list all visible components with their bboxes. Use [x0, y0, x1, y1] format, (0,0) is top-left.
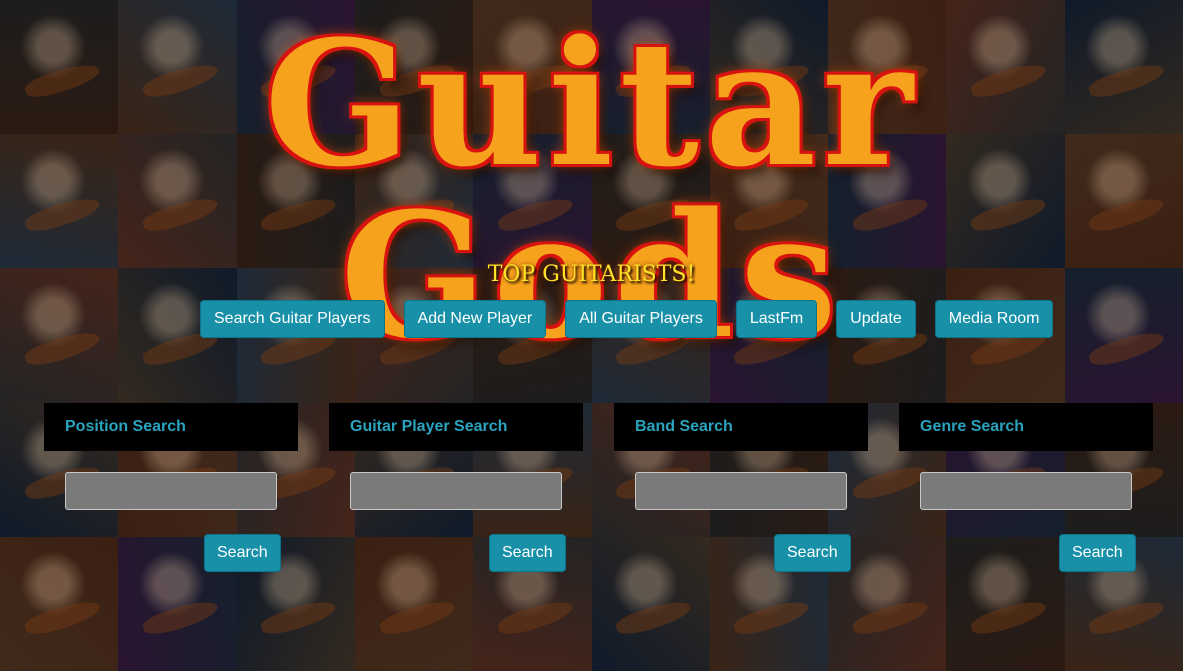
nav-lastfm-button[interactable]: LastFm — [735, 300, 818, 338]
search-panels: Position Search Search Guitar Player Sea… — [44, 403, 1153, 573]
nav-search-guitar-players-button[interactable]: Search Guitar Players — [200, 300, 385, 338]
nav-update-button[interactable]: Update — [836, 300, 916, 338]
main-nav: Search Guitar Players Add New Player All… — [200, 300, 1054, 338]
site-subtitle: TOP GUITARISTS! — [487, 262, 696, 287]
position-search-heading: Position Search — [44, 403, 298, 451]
guitar-player-search-input[interactable] — [350, 472, 562, 510]
genre-search-button[interactable]: Search — [1059, 534, 1136, 572]
guitar-player-search-panel: Guitar Player Search Search — [329, 403, 583, 573]
band-search-heading: Band Search — [614, 403, 868, 451]
band-search-panel: Band Search Search — [614, 403, 868, 573]
guitar-player-search-button[interactable]: Search — [489, 534, 566, 572]
nav-add-new-player-button[interactable]: Add New Player — [403, 300, 547, 338]
band-search-input[interactable] — [635, 472, 847, 510]
position-search-panel: Position Search Search — [44, 403, 298, 573]
genre-search-panel: Genre Search Search — [899, 403, 1153, 573]
genre-search-heading: Genre Search — [899, 403, 1153, 451]
nav-all-guitar-players-button[interactable]: All Guitar Players — [565, 300, 717, 338]
guitar-player-search-heading: Guitar Player Search — [329, 403, 583, 451]
position-search-button[interactable]: Search — [204, 534, 281, 572]
nav-media-room-button[interactable]: Media Room — [934, 300, 1054, 338]
band-search-button[interactable]: Search — [774, 534, 851, 572]
genre-search-input[interactable] — [920, 472, 1132, 510]
position-search-input[interactable] — [65, 472, 277, 510]
